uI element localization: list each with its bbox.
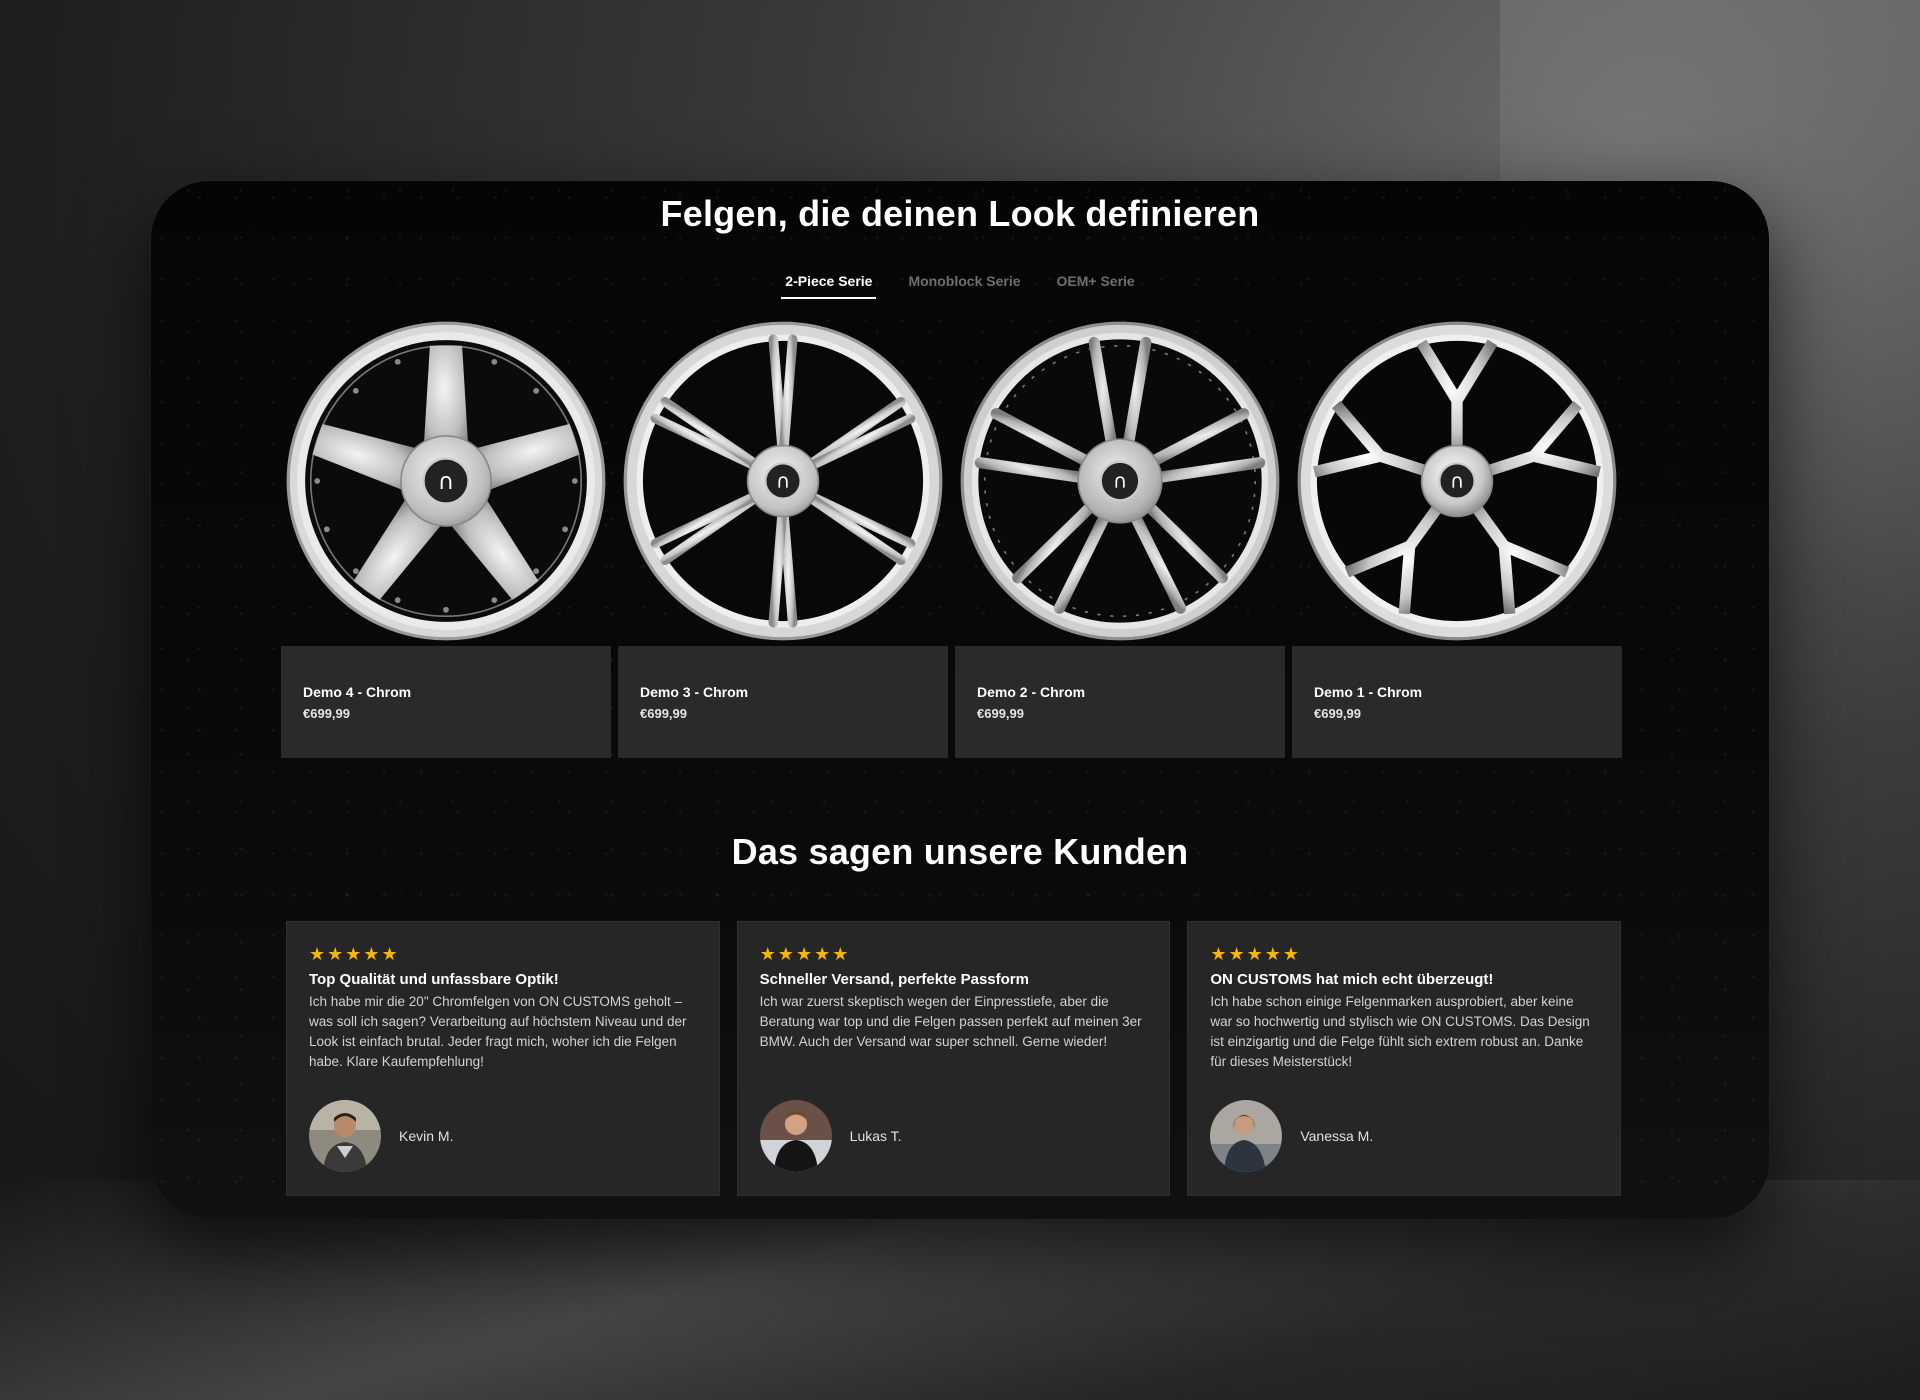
review-card: ★★★★★ ON CUSTOMS hat mich echt überzeugt… [1187, 921, 1622, 1196]
product-card[interactable]: ∩ Demo 2 - Chrom €699,99 [955, 316, 1285, 758]
review-author: Lukas T. [759, 1100, 902, 1172]
section-title-reviews: Das sagen unsere Kunden [731, 831, 1189, 872]
product-price: €699,99 [1314, 706, 1361, 721]
review-author: Kevin M. [309, 1100, 453, 1172]
svg-text:∩: ∩ [438, 469, 455, 495]
author-name: Kevin M. [399, 1128, 454, 1144]
avatar [1210, 1100, 1283, 1172]
review-card: ★★★★★ Top Qualität und unfassbare Optik!… [286, 921, 720, 1196]
review-author: Vanessa M. [1210, 1100, 1373, 1172]
svg-text:∩: ∩ [1450, 469, 1464, 492]
product-card[interactable]: ∩ Demo 1 - Chrom €699,99 [1292, 316, 1622, 758]
review-text: Ich habe schon einige Felgenmarken auspr… [1210, 994, 1590, 1069]
product-image[interactable]: ∩ [281, 316, 611, 646]
rim-image: ∩ [623, 321, 943, 641]
product-price: €699,99 [640, 706, 687, 721]
rim-image: ∩ [1297, 321, 1617, 641]
product-name[interactable]: Demo 2 - Chrom [977, 684, 1263, 700]
rim-image: ∩ [286, 321, 606, 641]
tab-monoblock-serie[interactable]: Monoblock Serie [904, 273, 1024, 299]
avatar-photo [1210, 1100, 1283, 1172]
product-price: €699,99 [977, 706, 1024, 721]
review-list: ★★★★★ Top Qualität und unfassbare Optik!… [286, 921, 1622, 1196]
product-image[interactable]: ∩ [618, 316, 948, 646]
product-name[interactable]: Demo 4 - Chrom [303, 684, 589, 700]
product-image[interactable]: ∩ [955, 316, 1285, 646]
review-text: Ich war zuerst skeptisch wegen der Einpr… [759, 994, 1142, 1049]
product-image[interactable]: ∩ [1292, 316, 1622, 646]
avatar-photo [309, 1100, 381, 1172]
avatar-photo [759, 1100, 832, 1172]
star-icon: ★★★★★ [759, 944, 851, 964]
product-card[interactable]: ∩ Demo 4 - Chrom €699,99 [281, 316, 611, 758]
content-panel: Felgen, die deinen Look definieren 2-Pie… [151, 181, 1769, 1219]
svg-text:∩: ∩ [1113, 469, 1127, 492]
series-tabs: 2-Piece Serie Monoblock Serie OEM+ Serie [151, 273, 1769, 299]
product-price: €699,99 [303, 706, 350, 721]
star-icon: ★★★★★ [309, 944, 400, 964]
avatar [759, 1100, 832, 1172]
avatar [309, 1100, 381, 1172]
review-text: Ich habe mir die 20" Chromfelgen von ON … [309, 994, 687, 1069]
product-name[interactable]: Demo 3 - Chrom [640, 684, 926, 700]
tab-oem-plus-serie[interactable]: OEM+ Serie [1053, 273, 1139, 299]
section-title-wheels: Felgen, die deinen Look definieren [660, 193, 1260, 234]
svg-text:∩: ∩ [776, 469, 790, 492]
author-name: Lukas T. [849, 1128, 902, 1144]
product-grid: ∩ Demo 4 - Chrom €699,99 ∩ Demo 3 - Chro… [281, 316, 1624, 758]
product-card[interactable]: ∩ Demo 3 - Chrom €699,99 [618, 316, 948, 758]
star-icon: ★★★★★ [1210, 944, 1302, 964]
tab-2-piece-serie[interactable]: 2-Piece Serie [781, 273, 877, 299]
review-title: Top Qualität und unfassbare Optik! [309, 971, 559, 988]
rim-image: ∩ [960, 321, 1280, 641]
review-title: ON CUSTOMS hat mich echt überzeugt! [1210, 971, 1494, 988]
review-title: Schneller Versand, perfekte Passform [759, 971, 1029, 988]
author-name: Vanessa M. [1300, 1128, 1374, 1144]
product-name[interactable]: Demo 1 - Chrom [1314, 684, 1600, 700]
review-card: ★★★★★ Schneller Versand, perfekte Passfo… [736, 921, 1171, 1196]
